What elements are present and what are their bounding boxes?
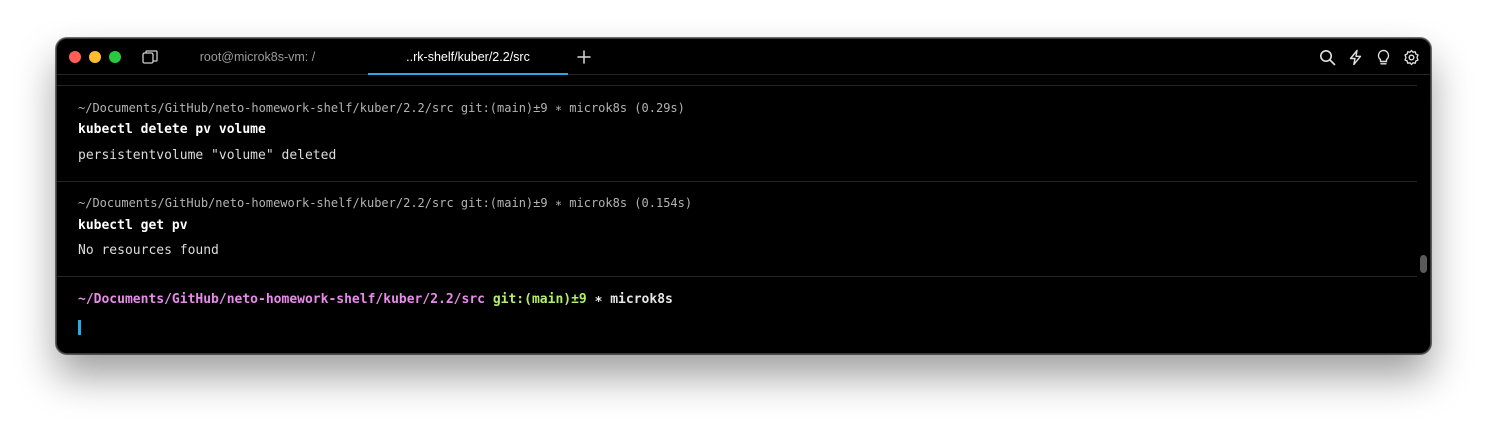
active-prompt: ~/Documents/GitHub/neto-homework-shelf/k… bbox=[78, 292, 673, 307]
block-command: kubectl get pv bbox=[78, 218, 188, 233]
block-separator bbox=[57, 85, 1417, 86]
block-output: No resources found bbox=[78, 243, 219, 258]
scrollbar-thumb[interactable] bbox=[1420, 255, 1427, 273]
bolt-icon[interactable] bbox=[1347, 49, 1364, 66]
block-output: persistentvolume "volume" deleted bbox=[78, 148, 337, 163]
prompt-path: ~/Documents/GitHub/neto-homework-shelf/k… bbox=[78, 292, 485, 307]
block-prompt: ~/Documents/GitHub/neto-homework-shelf/k… bbox=[78, 101, 685, 115]
close-window-button[interactable] bbox=[69, 51, 81, 63]
block-prompt: ~/Documents/GitHub/neto-homework-shelf/k… bbox=[78, 196, 693, 210]
new-tab-plus-icon[interactable] bbox=[576, 49, 592, 65]
terminal-window: root@microk8s-vm: / ..rk-shelf/kuber/2.2… bbox=[56, 38, 1431, 354]
tabs-overview-icon[interactable] bbox=[142, 50, 158, 64]
prompt-context: ∗ microk8s bbox=[594, 292, 673, 307]
block-separator bbox=[57, 181, 1417, 182]
tab-root-microk8s-vm[interactable]: root@microk8s-vm: / bbox=[175, 39, 340, 75]
zoom-window-button[interactable] bbox=[109, 51, 121, 63]
terminal-output-area[interactable]: ~/Documents/GitHub/neto-homework-shelf/k… bbox=[57, 75, 1430, 353]
tab-kuber-src[interactable]: ..rk-shelf/kuber/2.2/src bbox=[368, 39, 568, 75]
minimize-window-button[interactable] bbox=[89, 51, 101, 63]
search-icon[interactable] bbox=[1319, 49, 1336, 66]
block-command: kubectl delete pv volume bbox=[78, 122, 266, 137]
lightbulb-icon[interactable] bbox=[1375, 49, 1392, 66]
title-bar: root@microk8s-vm: / ..rk-shelf/kuber/2.2… bbox=[57, 39, 1430, 75]
input-cursor[interactable] bbox=[78, 320, 81, 335]
block-separator bbox=[57, 276, 1417, 277]
prompt-git-status: git:(main)±9 bbox=[492, 292, 587, 307]
gear-icon[interactable] bbox=[1403, 49, 1420, 66]
